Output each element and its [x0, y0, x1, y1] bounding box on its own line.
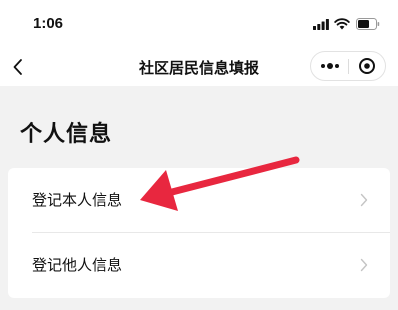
register-others-item[interactable]: 登记他人信息: [8, 233, 390, 297]
register-self-item[interactable]: 登记本人信息: [8, 168, 390, 232]
mini-program-capsule: [310, 51, 386, 81]
battery-icon: [356, 18, 380, 30]
more-icon[interactable]: [319, 61, 341, 71]
target-icon[interactable]: [358, 57, 376, 75]
status-time: 1:06: [33, 15, 64, 32]
signal-icon: [313, 19, 329, 30]
wifi-icon: [334, 18, 350, 30]
section-title: 个人信息: [20, 122, 113, 147]
capsule-divider: [348, 59, 349, 74]
chevron-right-icon: [360, 193, 368, 207]
chevron-right-icon: [360, 258, 368, 272]
nav-bar: 社区居民信息填报: [0, 48, 398, 86]
menu-item-label: 登记他人信息: [32, 256, 123, 274]
menu-item-label: 登记本人信息: [32, 191, 123, 209]
status-bar: 1:06: [0, 0, 398, 48]
menu-card: 登记本人信息 登记他人信息: [8, 168, 390, 298]
page-content: 个人信息 登记本人信息 登记他人信息: [0, 86, 398, 310]
